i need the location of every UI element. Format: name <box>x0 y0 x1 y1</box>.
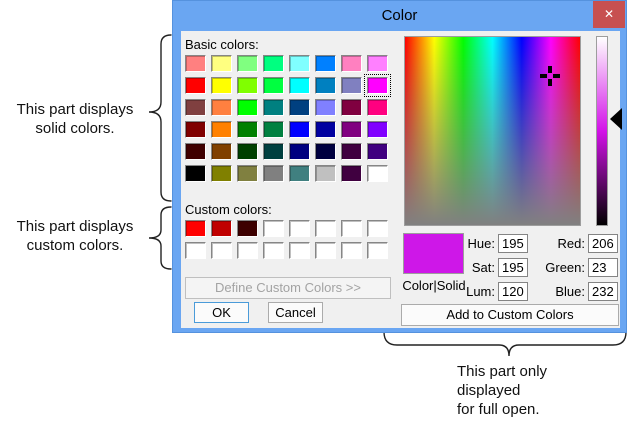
color-swatch[interactable] <box>237 165 258 182</box>
color-swatch[interactable] <box>263 220 284 237</box>
luminance-bar[interactable] <box>596 36 608 226</box>
color-swatch[interactable] <box>341 220 362 237</box>
color-swatch[interactable] <box>185 165 206 182</box>
basic-colors-label: Basic colors: <box>185 37 259 52</box>
cancel-button[interactable]: Cancel <box>268 302 323 323</box>
color-swatch[interactable] <box>315 242 336 259</box>
define-custom-colors-button[interactable]: Define Custom Colors >> <box>185 277 391 299</box>
color-swatch[interactable] <box>315 99 336 116</box>
color-swatch[interactable] <box>367 220 388 237</box>
color-swatch[interactable] <box>341 242 362 259</box>
color-swatch[interactable] <box>211 77 232 94</box>
color-swatch[interactable] <box>289 77 310 94</box>
color-swatch[interactable] <box>263 121 284 138</box>
lum-label: Lum: <box>466 284 495 299</box>
color-swatch[interactable] <box>211 143 232 160</box>
hue-label: Hue: <box>467 236 495 251</box>
close-button[interactable]: ✕ <box>593 1 625 28</box>
color-swatch[interactable] <box>367 143 388 160</box>
color-swatch[interactable] <box>289 55 310 72</box>
color-swatch[interactable] <box>367 165 388 182</box>
color-swatch[interactable] <box>315 143 336 160</box>
annotation-full-open: This part only displayed for full open. <box>457 363 548 418</box>
color-swatch[interactable] <box>263 242 284 259</box>
color-swatch[interactable] <box>364 74 391 97</box>
color-swatch[interactable] <box>185 55 206 72</box>
green-input[interactable] <box>588 258 618 277</box>
color-swatch[interactable] <box>237 77 258 94</box>
red-input[interactable] <box>588 234 618 253</box>
color-swatch[interactable] <box>367 121 388 138</box>
color-swatch[interactable] <box>341 55 362 72</box>
color-swatch[interactable] <box>263 55 284 72</box>
ok-button[interactable]: OK <box>194 302 249 323</box>
brace-full-open <box>383 331 627 357</box>
add-to-custom-colors-button[interactable]: Add to Custom Colors <box>401 304 619 326</box>
color-swatch[interactable] <box>289 242 310 259</box>
luminance-slider-handle[interactable] <box>610 108 622 130</box>
custom-colors-label: Custom colors: <box>185 202 272 217</box>
color-swatch[interactable] <box>263 165 284 182</box>
color-swatch[interactable] <box>237 121 258 138</box>
basic-colors-grid <box>185 55 391 182</box>
color-swatch[interactable] <box>211 55 232 72</box>
color-swatch[interactable] <box>185 220 206 237</box>
color-swatch[interactable] <box>185 99 206 116</box>
color-swatch[interactable] <box>341 165 362 182</box>
color-swatch[interactable] <box>341 99 362 116</box>
color-swatch[interactable] <box>211 165 232 182</box>
color-swatch[interactable] <box>237 242 258 259</box>
color-swatch[interactable] <box>289 99 310 116</box>
brace-custom-colors <box>148 206 172 270</box>
window-title: Color <box>381 7 418 24</box>
color-swatch[interactable] <box>341 143 362 160</box>
color-swatch[interactable] <box>315 77 336 94</box>
color-swatch[interactable] <box>237 99 258 116</box>
color-swatch[interactable] <box>315 121 336 138</box>
color-swatch[interactable] <box>185 121 206 138</box>
color-swatch[interactable] <box>341 121 362 138</box>
color-swatch[interactable] <box>237 220 258 237</box>
color-swatch[interactable] <box>289 165 310 182</box>
color-swatch[interactable] <box>211 99 232 116</box>
red-label: Red: <box>557 236 585 251</box>
color-swatch[interactable] <box>315 220 336 237</box>
color-swatch[interactable] <box>185 77 206 94</box>
color-swatch[interactable] <box>315 165 336 182</box>
color-swatch[interactable] <box>185 143 206 160</box>
color-swatch[interactable] <box>315 55 336 72</box>
brace-solid-colors <box>148 34 172 202</box>
color-swatch[interactable] <box>289 121 310 138</box>
color-swatch[interactable] <box>211 220 232 237</box>
color-swatch[interactable] <box>237 143 258 160</box>
dialog-client-area: Basic colors: Custom colors: Define Cust… <box>181 31 622 328</box>
green-label: Green: <box>545 260 585 275</box>
color-swatch[interactable] <box>289 143 310 160</box>
color-swatch[interactable] <box>367 242 388 259</box>
annotation-solid-colors: This part displays solid colors. <box>16 101 134 137</box>
titlebar[interactable]: Color ✕ <box>173 1 626 31</box>
close-icon: ✕ <box>603 7 615 21</box>
color-swatch[interactable] <box>263 77 284 94</box>
custom-colors-grid <box>185 220 388 259</box>
color-swatch[interactable] <box>341 77 362 94</box>
color-swatch[interactable] <box>367 55 388 72</box>
hue-saturation-field[interactable] <box>404 36 581 226</box>
crosshair-icon <box>540 66 560 86</box>
color-swatch[interactable] <box>185 242 206 259</box>
color-swatch[interactable] <box>263 99 284 116</box>
color-dialog: Color ✕ Basic colors: Custom colors: Def… <box>172 0 627 333</box>
blue-label: Blue: <box>555 284 585 299</box>
color-swatch[interactable] <box>289 220 310 237</box>
color-swatch[interactable] <box>263 143 284 160</box>
color-swatch[interactable] <box>237 55 258 72</box>
annotation-custom-colors: This part displays custom colors. <box>16 218 134 254</box>
color-swatch[interactable] <box>211 121 232 138</box>
color-swatch[interactable] <box>211 242 232 259</box>
sat-label: Sat: <box>471 260 495 275</box>
blue-input[interactable] <box>588 282 618 301</box>
color-swatch[interactable] <box>367 99 388 116</box>
